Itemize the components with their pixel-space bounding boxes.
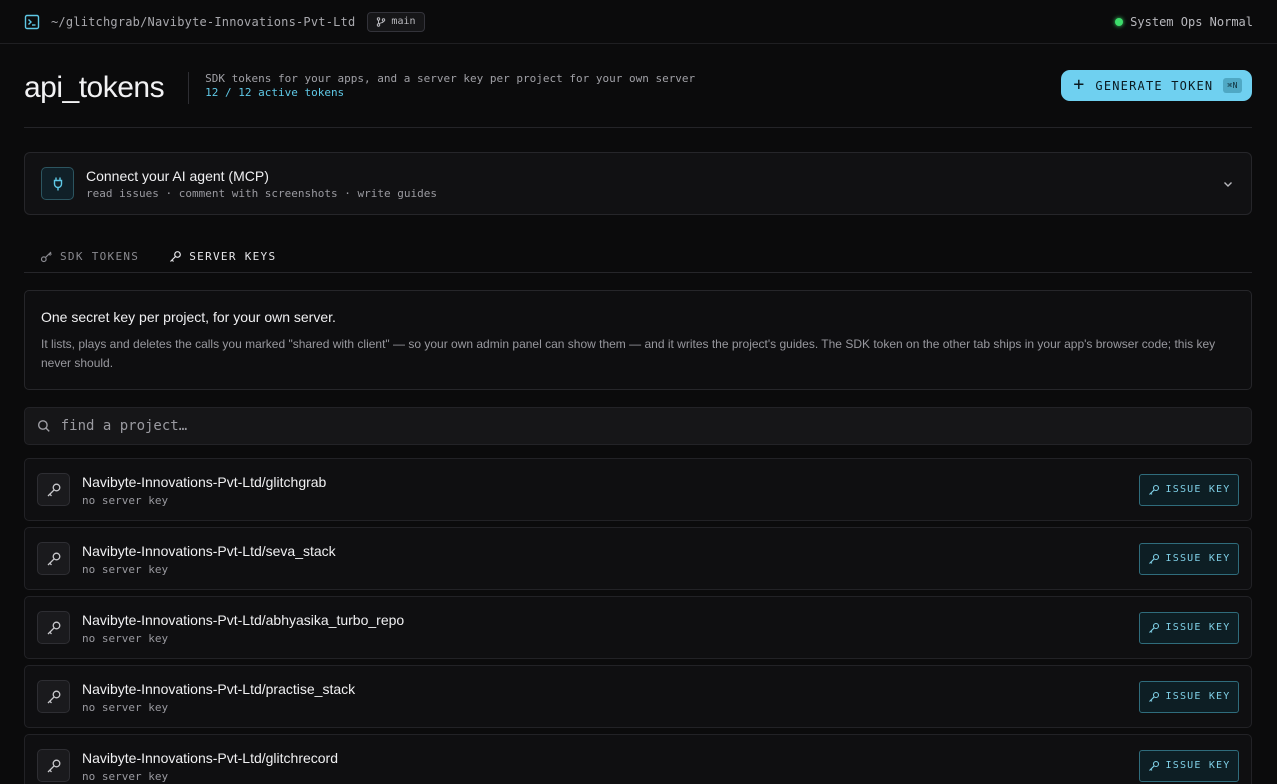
mcp-subtitle: read issues · comment with screenshots ·… [86,187,437,200]
plus-icon: + [1073,73,1086,95]
mcp-connect-card[interactable]: Connect your AI agent (MCP) read issues … [24,152,1252,215]
branch-badge[interactable]: main [367,11,425,32]
page-description: SDK tokens for your apps, and a server k… [205,72,696,85]
tab-sdk-tokens[interactable]: SDK TOKENS [40,240,139,273]
workspace-path[interactable]: ~/glitchgrab/Navibyte-Innovations-Pvt-Lt… [51,15,355,29]
key-icon [37,542,70,575]
issue-key-button[interactable]: ISSUE KEY [1139,749,1239,782]
list-item: Navibyte-Innovations-Pvt-Ltd/glitchrecor… [24,734,1252,784]
top-bar: ~/glitchgrab/Navibyte-Innovations-Pvt-Lt… [0,0,1277,44]
active-token-count: 12 / 12 active tokens [205,86,345,99]
plug-icon [41,167,74,200]
project-search [24,407,1252,445]
project-name: Navibyte-Innovations-Pvt-Ltd/glitchgrab [82,473,327,490]
system-status-text: System Ops Normal [1130,14,1253,29]
header-divider [188,72,190,104]
issue-key-label: ISSUE KEY [1165,691,1231,702]
generate-token-button[interactable]: + GENERATE TOKEN ⌘N [1061,70,1252,101]
project-key-status: no server key [82,700,169,714]
project-key-status: no server key [82,631,169,645]
key-icon [37,611,70,644]
key-icon [37,749,70,782]
list-item: Navibyte-Innovations-Pvt-Ltd/practise_st… [24,665,1252,728]
branch-name: main [391,16,416,27]
info-body: It lists, plays and deletes the calls yo… [41,337,1216,370]
project-name: Navibyte-Innovations-Pvt-Ltd/practise_st… [82,680,356,697]
chevron-down-icon[interactable] [1221,177,1235,191]
key-icon [37,680,70,713]
page-title: api_tokens [24,71,165,104]
key-icon [1148,760,1159,771]
project-name: Navibyte-Innovations-Pvt-Ltd/glitchrecor… [82,749,339,766]
shortcut-badge: ⌘N [1223,78,1242,93]
list-item: Navibyte-Innovations-Pvt-Ltd/abhyasika_t… [24,596,1252,659]
git-branch-icon [377,16,386,27]
issue-key-label: ISSUE KEY [1165,553,1231,564]
project-key-status: no server key [82,493,169,507]
key-icon [1148,553,1159,564]
project-name: Navibyte-Innovations-Pvt-Ltd/seva_stack [82,542,336,559]
tab-server-keys[interactable]: SERVER KEYS [169,240,276,273]
generate-token-label: GENERATE TOKEN [1095,78,1214,93]
page-header: api_tokens SDK tokens for your apps, and… [24,70,1252,128]
list-item: Navibyte-Innovations-Pvt-Ltd/seva_stack … [24,527,1252,590]
info-title: One secret key per project, for your own… [41,309,336,325]
issue-key-label: ISSUE KEY [1165,622,1231,633]
key-icon [37,473,70,506]
tab-server-keys-label: SERVER KEYS [189,249,277,263]
key-icon [1148,622,1159,633]
issue-key-button[interactable]: ISSUE KEY [1139,680,1239,713]
project-list: Navibyte-Innovations-Pvt-Ltd/glitchgrab … [24,458,1252,784]
issue-key-button[interactable]: ISSUE KEY [1139,473,1239,506]
issue-key-label: ISSUE KEY [1165,484,1231,495]
mcp-title: Connect your AI agent (MCP) [86,168,269,184]
project-key-status: no server key [82,562,169,576]
issue-key-label: ISSUE KEY [1165,760,1231,771]
issue-key-button[interactable]: ISSUE KEY [1139,542,1239,575]
tab-sdk-tokens-label: SDK TOKENS [60,249,140,263]
server-key-info-card: One secret key per project, for your own… [24,290,1252,390]
key-icon [40,251,52,262]
header-description: SDK tokens for your apps, and a server k… [205,70,695,99]
project-name: Navibyte-Innovations-Pvt-Ltd/abhyasika_t… [82,611,405,628]
project-key-status: no server key [82,769,169,783]
list-item: Navibyte-Innovations-Pvt-Ltd/glitchgrab … [24,458,1252,521]
search-icon [37,420,50,432]
search-input[interactable] [60,418,1239,434]
token-tabs: SDK TOKENS SERVER KEYS [24,240,1252,273]
terminal-icon [24,14,40,30]
key-icon [1148,691,1159,702]
issue-key-button[interactable]: ISSUE KEY [1139,611,1239,644]
key-icon [170,250,182,262]
status-dot-icon [1115,17,1124,26]
system-status: System Ops Normal [1115,15,1253,29]
key-icon [1148,484,1159,495]
